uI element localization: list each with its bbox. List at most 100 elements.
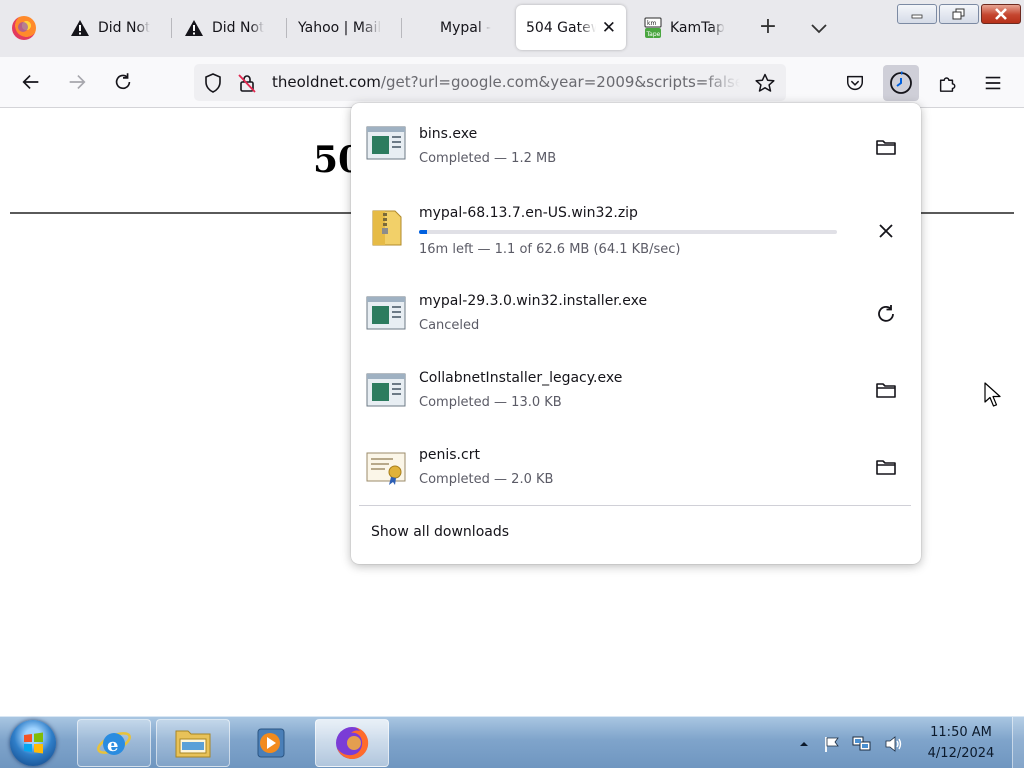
executable-icon [366,126,406,160]
retry-download-button[interactable] [871,299,901,329]
download-progress-fill [419,230,427,234]
insecure-connection-lock-icon[interactable] [236,72,258,94]
show-hidden-icons-button[interactable] [794,735,814,753]
hamburger-menu-icon [985,76,1001,90]
download-status: Completed — 2.0 KB [419,472,554,487]
puzzle-piece-icon [939,77,956,92]
close-icon [995,8,1007,20]
windows-logo-icon [24,732,43,754]
certificate-icon [366,452,406,485]
download-item-mypal-zip[interactable]: mypal-68.13.7.en-US.win32.zip 16m left —… [351,189,921,271]
downloads-button[interactable] [883,65,919,101]
url-text[interactable]: theoldnet.com/get?url=google.com&year=20… [272,73,740,91]
download-status: 16m left — 1.1 of 62.6 MB (64.1 KB/sec) [419,242,681,257]
executable-icon [366,296,406,330]
chevron-down-icon [811,24,827,34]
panel-divider [359,505,911,506]
warning-icon [71,19,89,36]
download-status: Completed — 13.0 KB [419,395,562,410]
forward-button[interactable] [64,69,90,95]
taskbar-windows-explorer[interactable] [156,719,230,767]
clock-time[interactable]: 11:50 AM [926,725,996,740]
extensions-button[interactable] [929,65,965,101]
bookmark-star-icon[interactable] [754,72,776,94]
pocket-button[interactable] [837,65,873,101]
close-window-button[interactable] [981,4,1021,24]
url-path: /get?url=google.com&year=2009&scripts=fa… [380,73,740,91]
tab-did-not-2[interactable]: Did Not [174,5,274,50]
restore-button[interactable] [939,4,979,24]
address-bar[interactable]: theoldnet.com/get?url=google.com&year=20… [194,64,786,101]
download-progress-bar [419,230,837,234]
back-arrow-icon [22,74,39,90]
mouse-pointer-icon [984,382,1001,407]
retry-icon [878,305,894,322]
speaker-volume-icon [885,736,902,752]
new-tab-button[interactable]: + [756,16,780,40]
tracking-protection-shield-icon[interactable] [202,72,224,94]
download-status: Completed — 1.2 MB [419,151,557,166]
pocket-icon [847,75,863,91]
tab-label: Yahoo | Mail, [298,19,382,36]
clock-date[interactable]: 4/12/2024 [922,746,1000,761]
taskbar-internet-explorer[interactable]: e [77,719,151,767]
svg-text:km: km [647,20,656,27]
download-file-name: mypal-68.13.7.en-US.win32.zip [419,205,638,221]
folder-icon [876,383,896,398]
kamtape-icon: km Tape [644,17,662,39]
tab-separator [286,18,287,38]
tab-label: Did Not [98,19,150,36]
tab-label: Mypal - [440,19,492,36]
tab-504-gateway[interactable]: 504 Gatew ✕ [516,5,626,50]
show-all-downloads-button[interactable]: Show all downloads [371,524,509,540]
tab-label: 504 Gatew [526,19,596,36]
tab-strip: Did Not Did Not Yahoo | Mail, Mypal - 50… [0,0,1024,57]
tab-did-not-1[interactable]: Did Not [60,5,160,50]
firefox-icon [336,726,369,759]
tab-kamtape[interactable]: km Tape KamTap [634,5,738,50]
app-menu-button[interactable] [975,65,1011,101]
warning-icon [185,19,203,36]
show-desktop-button[interactable] [1012,717,1024,768]
taskbar-firefox[interactable] [315,719,389,767]
download-item-bins[interactable]: bins.exe Completed — 1.2 MB [351,111,921,183]
minimize-icon [911,14,923,19]
chevron-up-icon [800,742,808,746]
cancel-download-button[interactable] [871,216,901,246]
minimize-button[interactable] [897,4,937,24]
svg-text:e: e [107,735,118,756]
cancel-icon [879,224,893,238]
taskbar-media-player[interactable] [233,719,307,767]
reload-icon [115,73,131,90]
action-center-button[interactable] [822,735,842,753]
show-in-folder-button[interactable] [871,452,901,482]
download-item-collabnet[interactable]: CollabnetInstaller_legacy.exe Completed … [351,356,921,428]
show-in-folder-button[interactable] [871,132,901,162]
windows-explorer-icon [175,730,211,758]
download-item-mypal-installer[interactable]: mypal-29.3.0.win32.installer.exe Cancele… [351,279,921,351]
list-all-tabs-button[interactable] [807,16,831,40]
url-host: theoldnet.com [272,73,381,91]
navigation-toolbar: theoldnet.com/get?url=google.com&year=20… [0,57,1024,108]
tab-mypal[interactable]: Mypal - [430,5,506,50]
folder-icon [876,460,896,475]
tab-separator [401,18,402,38]
volume-button[interactable] [884,735,904,753]
tab-close-icon[interactable]: ✕ [602,18,616,38]
start-button[interactable] [10,720,56,766]
network-button[interactable] [852,735,872,753]
show-in-folder-button[interactable] [871,375,901,405]
taskbar: e 11:50 AM 4/12/2024 [0,716,1024,768]
tab-separator [171,18,172,38]
tab-yahoo-mail[interactable]: Yahoo | Mail, [288,5,392,50]
download-file-name: bins.exe [419,126,478,142]
network-icon [852,736,871,751]
download-progress-icon [890,71,912,94]
tab-label: KamTap [670,19,725,36]
media-player-icon [257,728,285,758]
firefox-logo-icon[interactable] [12,16,36,40]
reload-button[interactable] [110,69,136,95]
download-item-crt[interactable]: penis.crt Completed — 2.0 KB [351,433,921,505]
forward-arrow-icon [69,74,86,90]
back-button[interactable] [18,69,44,95]
